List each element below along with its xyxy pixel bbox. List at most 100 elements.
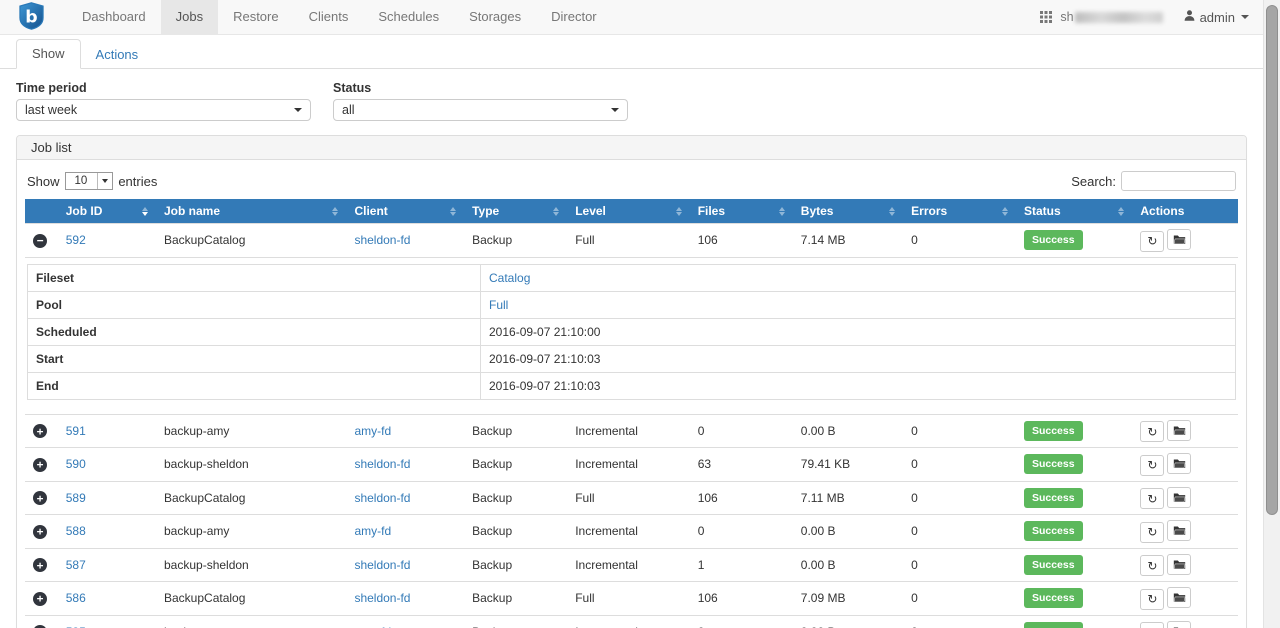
nav-item-clients[interactable]: Clients: [294, 0, 364, 34]
circular-arrow-icon: ↻: [1147, 491, 1157, 507]
rerun-job-button[interactable]: ↻: [1140, 589, 1164, 610]
expand-cell: +: [25, 515, 58, 549]
column-header-status[interactable]: Status: [1016, 199, 1132, 224]
nav-item-restore[interactable]: Restore: [218, 0, 294, 34]
detail-row-scheduled: Scheduled2016-09-07 21:10:00: [28, 318, 1236, 345]
job-row-589: +589BackupCatalogsheldon-fdBackupFull106…: [25, 481, 1238, 515]
rerun-job-button[interactable]: ↻: [1140, 488, 1164, 509]
job-id-link[interactable]: 592: [66, 233, 86, 247]
nav-item-dashboard[interactable]: Dashboard: [67, 0, 161, 34]
nav-item-storages[interactable]: Storages: [454, 0, 536, 34]
expand-row-icon[interactable]: +: [33, 525, 47, 539]
column-header-client[interactable]: Client: [346, 199, 464, 224]
page-length-value: 10: [66, 173, 98, 189]
user-menu[interactable]: admin: [1183, 9, 1249, 25]
column-header-type[interactable]: Type: [464, 199, 567, 224]
pool-link[interactable]: Full: [489, 298, 508, 312]
apps-grid-icon[interactable]: [1040, 11, 1052, 23]
status-select[interactable]: all: [333, 99, 628, 121]
sort-arrows-icon: [549, 207, 559, 216]
job-name-cell: backup-amy: [156, 615, 346, 628]
column-header-actions[interactable]: Actions: [1132, 199, 1238, 224]
client-link[interactable]: amy-fd: [354, 424, 391, 438]
expand-row-icon[interactable]: +: [33, 592, 47, 606]
restore-browse-button[interactable]: [1167, 520, 1191, 541]
tab-show[interactable]: Show: [16, 39, 81, 69]
caret-down-icon: [102, 179, 108, 183]
column-header-files[interactable]: Files: [690, 199, 793, 224]
job-list-panel: Job list Show 10 entries Search:: [16, 135, 1247, 628]
time-period-select[interactable]: last week: [16, 99, 311, 121]
job-id-cell: 589: [58, 481, 156, 515]
nav-item-director[interactable]: Director: [536, 0, 612, 34]
rerun-job-button[interactable]: ↻: [1140, 522, 1164, 543]
status-cell: Success: [1016, 481, 1132, 515]
detail-row-start: Start2016-09-07 21:10:03: [28, 345, 1236, 372]
column-header-job-name[interactable]: Job name: [156, 199, 346, 224]
expand-row-icon[interactable]: +: [33, 458, 47, 472]
client-link[interactable]: sheldon-fd: [354, 457, 410, 471]
user-name: admin: [1200, 10, 1235, 25]
job-row-586: +586BackupCatalogsheldon-fdBackupFull106…: [25, 582, 1238, 616]
restore-browse-button[interactable]: [1167, 453, 1191, 474]
rerun-job-button[interactable]: ↻: [1140, 231, 1164, 252]
rerun-job-button[interactable]: ↻: [1140, 455, 1164, 476]
bytes-cell: 7.14 MB: [793, 224, 903, 258]
vertical-scrollbar[interactable]: [1263, 0, 1280, 628]
actions-cell: ↻: [1132, 615, 1238, 628]
hostname-prefix: sh: [1060, 10, 1073, 24]
job-id-link[interactable]: 589: [66, 491, 86, 505]
scrollbar-thumb[interactable]: [1266, 5, 1278, 515]
search-input[interactable]: [1121, 171, 1236, 191]
nav-item-jobs[interactable]: Jobs: [161, 0, 218, 34]
restore-browse-button[interactable]: [1167, 621, 1191, 628]
tab-actions[interactable]: Actions: [81, 41, 154, 69]
page-length-select[interactable]: 10: [65, 172, 114, 190]
level-cell: Incremental: [567, 515, 690, 549]
job-row-585: +585backup-amyamy-fdBackupIncremental00.…: [25, 615, 1238, 628]
restore-browse-button[interactable]: [1167, 554, 1191, 575]
fileset-link[interactable]: Catalog: [489, 271, 530, 285]
nav-item-schedules[interactable]: Schedules: [363, 0, 454, 34]
detail-label: End: [28, 372, 481, 399]
job-id-link[interactable]: 590: [66, 457, 86, 471]
client-link[interactable]: amy-fd: [354, 524, 391, 538]
job-id-link[interactable]: 586: [66, 591, 86, 605]
files-cell: 63: [690, 448, 793, 482]
type-cell: Backup: [464, 515, 567, 549]
time-period-filter: Time period last week: [16, 81, 311, 121]
rerun-job-button[interactable]: ↻: [1140, 622, 1164, 628]
client-link[interactable]: sheldon-fd: [354, 233, 410, 247]
open-folder-icon: [1173, 425, 1186, 436]
restore-browse-button[interactable]: [1167, 229, 1191, 250]
level-cell: Full: [567, 224, 690, 258]
job-id-link[interactable]: 587: [66, 558, 86, 572]
bareos-logo[interactable]: b: [0, 0, 59, 34]
job-id-link[interactable]: 588: [66, 524, 86, 538]
rerun-job-button[interactable]: ↻: [1140, 555, 1164, 576]
status-cell: Success: [1016, 615, 1132, 628]
expand-row-icon[interactable]: +: [33, 424, 47, 438]
expand-row-icon[interactable]: +: [33, 558, 47, 572]
column-label: Errors: [911, 204, 947, 218]
column-header-errors[interactable]: Errors: [903, 199, 1016, 224]
rerun-job-button[interactable]: ↻: [1140, 421, 1164, 442]
job-id-link[interactable]: 591: [66, 424, 86, 438]
restore-browse-button[interactable]: [1167, 487, 1191, 508]
level-cell: Full: [567, 481, 690, 515]
detail-row-end: End2016-09-07 21:10:03: [28, 372, 1236, 399]
restore-browse-button[interactable]: [1167, 587, 1191, 608]
errors-cell: 0: [903, 224, 1016, 258]
column-header-job-id[interactable]: Job ID: [58, 199, 156, 224]
level-cell: Full: [567, 582, 690, 616]
select-caret-button: [97, 173, 112, 189]
column-header-bytes[interactable]: Bytes: [793, 199, 903, 224]
job-name-cell: backup-sheldon: [156, 448, 346, 482]
client-link[interactable]: sheldon-fd: [354, 591, 410, 605]
client-link[interactable]: sheldon-fd: [354, 558, 410, 572]
column-header-level[interactable]: Level: [567, 199, 690, 224]
expand-row-icon[interactable]: +: [33, 491, 47, 505]
collapse-row-icon[interactable]: −: [33, 234, 47, 248]
restore-browse-button[interactable]: [1167, 420, 1191, 441]
client-link[interactable]: sheldon-fd: [354, 491, 410, 505]
